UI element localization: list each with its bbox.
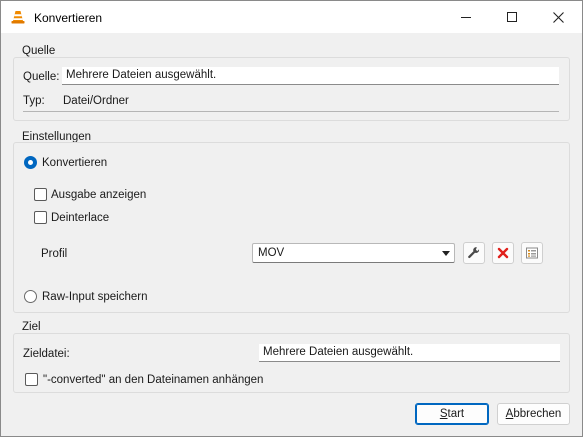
show-output-label[interactable]: Ausgabe anzeigen	[51, 189, 146, 201]
profile-select[interactable]: MOV	[252, 243, 455, 263]
maximize-button[interactable]	[489, 1, 535, 33]
deinterlace-label[interactable]: Deinterlace	[51, 212, 109, 224]
wrench-icon	[468, 247, 480, 259]
profile-select-value: MOV	[258, 247, 285, 259]
dest-label: Zieldatei:	[23, 348, 70, 360]
profile-label: Profil	[41, 248, 68, 260]
chevron-down-icon	[442, 251, 450, 256]
source-label: Quelle:	[23, 71, 60, 83]
append-converted-checkbox[interactable]	[25, 373, 38, 386]
start-label: tart	[447, 408, 465, 420]
type-value: Datei/Ordner	[63, 95, 129, 107]
deinterlace-checkbox[interactable]	[34, 211, 47, 224]
vlc-cone-icon	[10, 9, 26, 25]
raw-input-label[interactable]: Raw-Input speichern	[42, 291, 147, 303]
target-group-label: Ziel	[22, 321, 41, 333]
start-mnemonic: S	[439, 408, 448, 420]
minimize-button[interactable]	[443, 1, 489, 33]
profile-grid-icon	[526, 247, 538, 259]
raw-input-radio[interactable]	[24, 290, 37, 303]
convert-label[interactable]: Konvertieren	[42, 157, 107, 169]
source-divider	[23, 111, 559, 112]
append-converted-label[interactable]: "-converted" an den Dateinamen anhängen	[43, 374, 263, 386]
source-group-label: Quelle	[22, 45, 56, 57]
cancel-label: bbrechen	[513, 408, 562, 420]
edit-profile-button[interactable]	[463, 242, 485, 264]
convert-radio[interactable]	[24, 156, 37, 169]
window-title: Konvertieren	[34, 11, 103, 25]
minimize-icon	[461, 17, 471, 18]
start-button[interactable]: Start	[415, 403, 489, 425]
close-button[interactable]	[535, 1, 581, 33]
delete-icon	[497, 247, 509, 259]
show-output-checkbox[interactable]	[34, 188, 47, 201]
new-profile-button[interactable]	[521, 242, 543, 264]
type-label: Typ:	[23, 95, 45, 107]
source-field[interactable]: Mehrere Dateien ausgewählt.	[62, 67, 559, 85]
cancel-button[interactable]: Abbrechen	[497, 403, 570, 425]
delete-profile-button[interactable]	[492, 242, 514, 264]
dest-field[interactable]: Mehrere Dateien ausgewählt.	[259, 344, 560, 362]
title-bar: Konvertieren	[1, 1, 582, 33]
close-icon	[552, 11, 564, 23]
maximize-icon	[507, 12, 517, 22]
convert-dialog: Konvertieren Quelle Quelle: Mehrere Date…	[0, 0, 583, 437]
